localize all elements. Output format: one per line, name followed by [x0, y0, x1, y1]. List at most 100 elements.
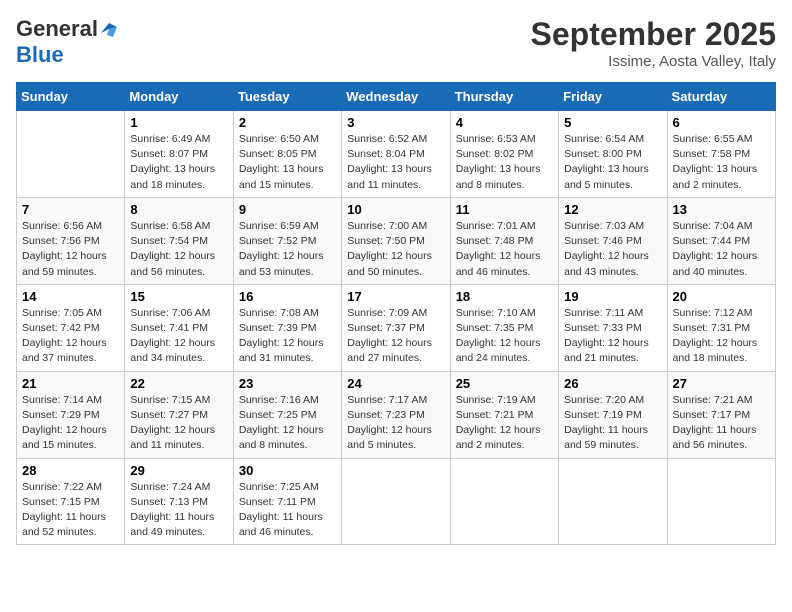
calendar-cell: 24 Sunrise: 7:17 AMSunset: 7:23 PMDayligh… [342, 371, 450, 458]
calendar-cell: 7 Sunrise: 6:56 AMSunset: 7:56 PMDaylight… [17, 197, 125, 284]
day-info: Sunrise: 7:10 AMSunset: 7:35 PMDaylight:… [456, 306, 553, 367]
day-info: Sunrise: 7:21 AMSunset: 7:17 PMDaylight:… [673, 393, 770, 454]
day-info: Sunrise: 7:19 AMSunset: 7:21 PMDaylight:… [456, 393, 553, 454]
calendar-cell [559, 458, 667, 545]
calendar-cell: 18 Sunrise: 7:10 AMSunset: 7:35 PMDayligh… [450, 284, 558, 371]
day-info: Sunrise: 7:17 AMSunset: 7:23 PMDaylight:… [347, 393, 444, 454]
calendar-cell: 21 Sunrise: 7:14 AMSunset: 7:29 PMDayligh… [17, 371, 125, 458]
day-info: Sunrise: 6:50 AMSunset: 8:05 PMDaylight:… [239, 132, 336, 193]
calendar-cell: 6 Sunrise: 6:55 AMSunset: 7:58 PMDaylight… [667, 111, 775, 198]
calendar-cell: 10 Sunrise: 7:00 AMSunset: 7:50 PMDayligh… [342, 197, 450, 284]
calendar-cell: 13 Sunrise: 7:04 AMSunset: 7:44 PMDayligh… [667, 197, 775, 284]
calendar-cell: 19 Sunrise: 7:11 AMSunset: 7:33 PMDayligh… [559, 284, 667, 371]
day-number: 24 [347, 376, 444, 391]
calendar-cell: 11Sunrise: 7:01 AMSunset: 7:48 PMDayligh… [450, 197, 558, 284]
day-info: Sunrise: 6:49 AMSunset: 8:07 PMDaylight:… [130, 132, 227, 193]
day-info: Sunrise: 7:09 AMSunset: 7:37 PMDaylight:… [347, 306, 444, 367]
day-number: 28 [22, 463, 119, 478]
day-info: Sunrise: 7:06 AMSunset: 7:41 PMDaylight:… [130, 306, 227, 367]
day-number: 20 [673, 289, 770, 304]
day-info: Sunrise: 7:16 AMSunset: 7:25 PMDaylight:… [239, 393, 336, 454]
calendar-cell: 22 Sunrise: 7:15 AMSunset: 7:27 PMDayligh… [125, 371, 233, 458]
calendar-cell: 12 Sunrise: 7:03 AMSunset: 7:46 PMDayligh… [559, 197, 667, 284]
day-info: Sunrise: 7:12 AMSunset: 7:31 PMDaylight:… [673, 306, 770, 367]
day-number: 21 [22, 376, 119, 391]
day-info: Sunrise: 7:20 AMSunset: 7:19 PMDaylight:… [564, 393, 661, 454]
day-number: 23 [239, 376, 336, 391]
day-number: 9 [239, 202, 336, 217]
col-header-saturday: Saturday [667, 83, 775, 111]
calendar-cell: 14 Sunrise: 7:05 AMSunset: 7:42 PMDayligh… [17, 284, 125, 371]
month-title: September 2025 [531, 16, 776, 53]
day-number: 6 [673, 115, 770, 130]
calendar-cell: 28 Sunrise: 7:22 AMSunset: 7:15 PMDayligh… [17, 458, 125, 545]
day-number: 22 [130, 376, 227, 391]
day-info: Sunrise: 6:52 AMSunset: 8:04 PMDaylight:… [347, 132, 444, 193]
day-info: Sunrise: 6:53 AMSunset: 8:02 PMDaylight:… [456, 132, 553, 193]
day-number: 26 [564, 376, 661, 391]
day-number: 10 [347, 202, 444, 217]
day-info: Sunrise: 6:55 AMSunset: 7:58 PMDaylight:… [673, 132, 770, 193]
day-number: 11 [456, 202, 553, 217]
title-area: September 2025 Issime, Aosta Valley, Ita… [531, 16, 776, 70]
day-number: 13 [673, 202, 770, 217]
day-info: Sunrise: 7:25 AMSunset: 7:11 PMDaylight:… [239, 480, 336, 541]
logo-text-general: General [16, 16, 98, 42]
day-number: 3 [347, 115, 444, 130]
day-info: Sunrise: 6:59 AMSunset: 7:52 PMDaylight:… [239, 219, 336, 280]
day-info: Sunrise: 7:11 AMSunset: 7:33 PMDaylight:… [564, 306, 661, 367]
day-number: 12 [564, 202, 661, 217]
calendar-cell: 26 Sunrise: 7:20 AMSunset: 7:19 PMDayligh… [559, 371, 667, 458]
logo: General Blue [16, 16, 117, 68]
col-header-friday: Friday [559, 83, 667, 111]
col-header-wednesday: Wednesday [342, 83, 450, 111]
day-info: Sunrise: 7:24 AMSunset: 7:13 PMDaylight:… [130, 480, 227, 541]
calendar-cell: 20 Sunrise: 7:12 AMSunset: 7:31 PMDayligh… [667, 284, 775, 371]
day-number: 2 [239, 115, 336, 130]
day-info: Sunrise: 7:05 AMSunset: 7:42 PMDaylight:… [22, 306, 119, 367]
calendar-cell: 15Sunrise: 7:06 AMSunset: 7:41 PMDayligh… [125, 284, 233, 371]
calendar-cell: 8 Sunrise: 6:58 AMSunset: 7:54 PMDaylight… [125, 197, 233, 284]
calendar-cell [667, 458, 775, 545]
day-number: 30 [239, 463, 336, 478]
col-header-tuesday: Tuesday [233, 83, 341, 111]
col-header-monday: Monday [125, 83, 233, 111]
day-info: Sunrise: 7:00 AMSunset: 7:50 PMDaylight:… [347, 219, 444, 280]
day-number: 14 [22, 289, 119, 304]
calendar-cell: 29Sunrise: 7:24 AMSunset: 7:13 PMDayligh… [125, 458, 233, 545]
logo-bird-icon [99, 19, 117, 37]
day-info: Sunrise: 6:56 AMSunset: 7:56 PMDaylight:… [22, 219, 119, 280]
calendar-cell: 23 Sunrise: 7:16 AMSunset: 7:25 PMDayligh… [233, 371, 341, 458]
calendar-cell: 27 Sunrise: 7:21 AMSunset: 7:17 PMDayligh… [667, 371, 775, 458]
page-header: General Blue September 2025 Issime, Aost… [16, 16, 776, 70]
day-info: Sunrise: 6:58 AMSunset: 7:54 PMDaylight:… [130, 219, 227, 280]
calendar-cell [342, 458, 450, 545]
day-number: 18 [456, 289, 553, 304]
calendar-cell: 30 Sunrise: 7:25 AMSunset: 7:11 PMDayligh… [233, 458, 341, 545]
col-header-thursday: Thursday [450, 83, 558, 111]
day-number: 4 [456, 115, 553, 130]
day-info: Sunrise: 7:15 AMSunset: 7:27 PMDaylight:… [130, 393, 227, 454]
calendar-cell: 3 Sunrise: 6:52 AMSunset: 8:04 PMDaylight… [342, 111, 450, 198]
calendar-cell: 2 Sunrise: 6:50 AMSunset: 8:05 PMDaylight… [233, 111, 341, 198]
logo-text-blue: Blue [16, 42, 64, 67]
day-number: 7 [22, 202, 119, 217]
day-number: 16 [239, 289, 336, 304]
calendar-cell: 1 Sunrise: 6:49 AMSunset: 8:07 PMDaylight… [125, 111, 233, 198]
day-number: 8 [130, 202, 227, 217]
day-info: Sunrise: 7:14 AMSunset: 7:29 PMDaylight:… [22, 393, 119, 454]
day-info: Sunrise: 7:22 AMSunset: 7:15 PMDaylight:… [22, 480, 119, 541]
calendar-cell: 25Sunrise: 7:19 AMSunset: 7:21 PMDayligh… [450, 371, 558, 458]
day-number: 5 [564, 115, 661, 130]
day-number: 1 [130, 115, 227, 130]
calendar-cell: 9 Sunrise: 6:59 AMSunset: 7:52 PMDaylight… [233, 197, 341, 284]
day-info: Sunrise: 7:04 AMSunset: 7:44 PMDaylight:… [673, 219, 770, 280]
calendar-cell: 5 Sunrise: 6:54 AMSunset: 8:00 PMDaylight… [559, 111, 667, 198]
day-number: 17 [347, 289, 444, 304]
day-info: Sunrise: 7:03 AMSunset: 7:46 PMDaylight:… [564, 219, 661, 280]
day-number: 27 [673, 376, 770, 391]
day-number: 19 [564, 289, 661, 304]
calendar-cell: 16Sunrise: 7:08 AMSunset: 7:39 PMDayligh… [233, 284, 341, 371]
day-info: Sunrise: 6:54 AMSunset: 8:00 PMDaylight:… [564, 132, 661, 193]
col-header-sunday: Sunday [17, 83, 125, 111]
